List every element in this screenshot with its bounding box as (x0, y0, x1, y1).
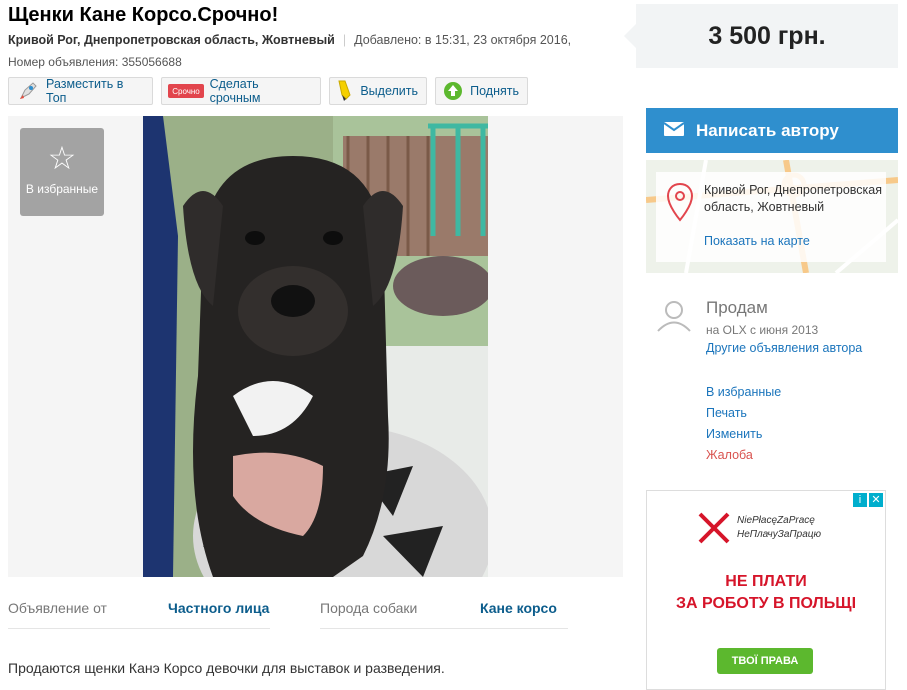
price-box: 3 500 грн. (624, 4, 898, 68)
promote-top-button[interactable]: Разместить в Топ (8, 77, 153, 105)
param-value[interactable]: Кане корсо (480, 600, 557, 616)
urgent-tag-icon: Срочно (166, 79, 206, 103)
make-urgent-label: Сделать срочным (209, 77, 261, 105)
seller-since: на OLX с июня 2013 (706, 323, 819, 337)
highlight-label: Выделить (360, 84, 418, 98)
ad-banner[interactable]: i ✕ NiePłacęZaPracę НеПлачуЗаПрацю НЕ ПЛ… (646, 490, 886, 690)
make-urgent-button[interactable]: Срочно Сделать срочным (161, 77, 321, 105)
user-avatar-icon (656, 300, 692, 337)
marker-icon (334, 79, 356, 103)
promo-toolbar: Разместить в Топ Срочно Сделать срочным … (8, 77, 528, 105)
listing-actions: В избранные Печать Изменить Жалоба (706, 382, 781, 466)
write-author-label: Написать автору (696, 120, 839, 140)
ad-headline: НЕ ПЛАТИ (725, 573, 807, 590)
ad-cta-button[interactable]: ТВОЇ ПРАВА (717, 648, 813, 674)
cross-logo-icon (698, 512, 730, 544)
star-icon: ☆ (47, 140, 77, 176)
bump-up-icon (440, 79, 466, 103)
add-favorite-link[interactable]: В избранные (706, 382, 781, 403)
param-divider (320, 628, 568, 629)
ad-close-icon[interactable]: ✕ (869, 493, 883, 507)
bump-up-label: Поднять (470, 84, 519, 98)
urgent-badge-text: Срочно (172, 87, 200, 96)
listing-photo[interactable] (143, 116, 488, 577)
ad-controls: i ✕ (853, 493, 883, 507)
promote-top-label: Разместить в Топ (46, 77, 124, 105)
rocket-icon (13, 79, 42, 103)
param-row: Объявление от Частного лица (8, 600, 269, 616)
divider: | (342, 33, 347, 47)
photo-gallery[interactable]: ☆ В избранные (8, 116, 623, 577)
write-author-button[interactable]: Написать автору (646, 108, 898, 153)
map-location-text: Кривой Рог, Днепропетровская область, Жо… (704, 183, 882, 214)
ad-info-icon[interactable]: i (853, 493, 867, 507)
seller-name: Продам (706, 298, 768, 317)
listing-description: Продаются щенки Канэ Корсо девочки для в… (8, 660, 445, 676)
show-on-map-link[interactable]: Показать на карте (704, 234, 810, 248)
other-ads-link[interactable]: Другие объявления автора (706, 341, 862, 355)
ad-slogan-ua: НеПлачуЗаПрацю (737, 529, 822, 540)
param-divider (8, 628, 270, 629)
edit-link[interactable]: Изменить (706, 424, 781, 445)
location-map[interactable]: Кривой Рог, Днепропетровская область, Жо… (646, 160, 898, 273)
param-value[interactable]: Частного лица (168, 600, 269, 616)
listing-location[interactable]: Кривой Рог, Днепропетровская область, Жо… (8, 33, 335, 47)
favorite-overlay-label: В избранные (25, 182, 99, 196)
envelope-icon (663, 121, 685, 141)
favorite-overlay-button[interactable]: ☆ В избранные (20, 128, 104, 216)
location-line: Кривой Рог, Днепропетровская область, Жо… (8, 33, 571, 47)
param-row: Порода собаки Кане корсо (320, 600, 557, 616)
listing-title: Щенки Кане Корсо.Срочно! (8, 4, 279, 26)
print-link[interactable]: Печать (706, 403, 781, 424)
param-key: Порода собаки (320, 600, 418, 616)
highlight-button[interactable]: Выделить (329, 77, 427, 105)
ad-number: Номер объявления: 355056688 (8, 55, 182, 69)
report-link[interactable]: Жалоба (706, 445, 781, 466)
added-date: Добавлено: в 15:31, 23 октября 2016, (354, 33, 572, 47)
bump-up-button[interactable]: Поднять (435, 77, 528, 105)
map-pin-icon (666, 182, 694, 222)
ad-headline-2: ЗА РОБОТУ В ПОЛЬЩІ (675, 595, 857, 612)
price: 3 500 грн. (708, 22, 826, 50)
param-key: Объявление от (8, 600, 107, 616)
ad-slogan-pl: NiePłacęZaPracę (737, 515, 815, 526)
